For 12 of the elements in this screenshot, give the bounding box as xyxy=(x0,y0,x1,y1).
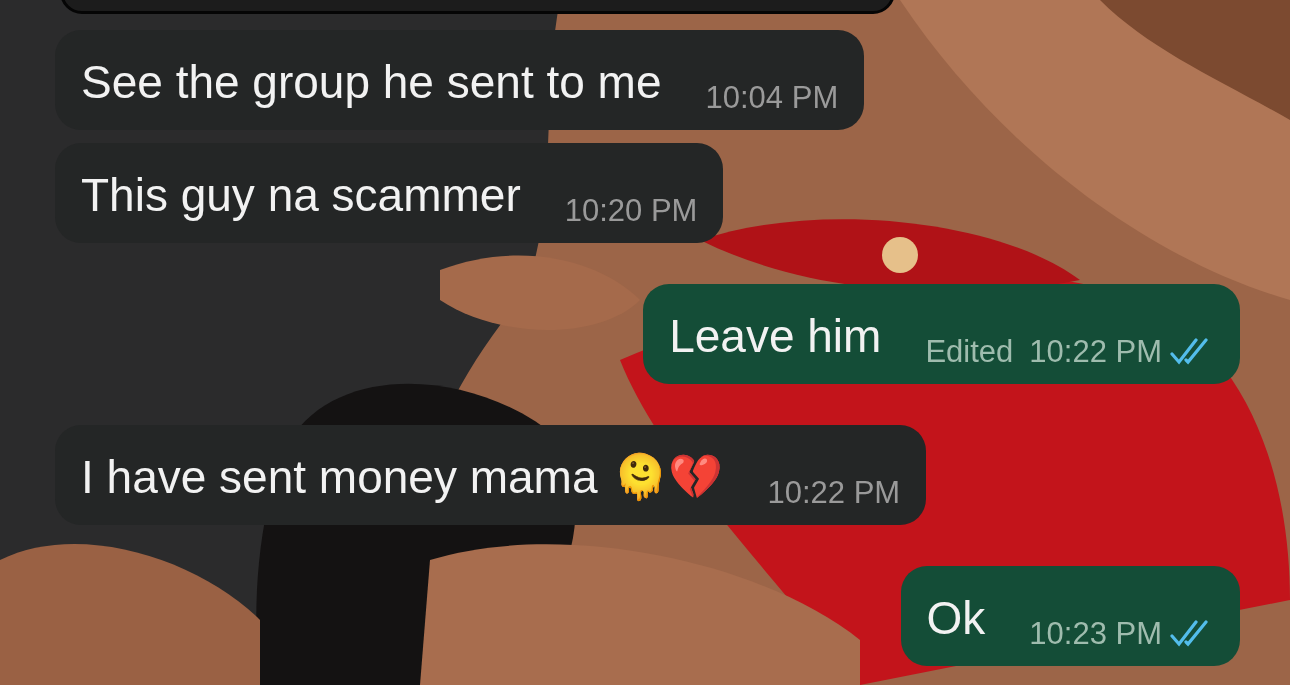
message-time: 10:20 PM xyxy=(564,193,698,229)
message-text: I have sent money mama xyxy=(81,450,598,505)
message-text: See the group he sent to me xyxy=(81,55,662,110)
message-time: 10:04 PM xyxy=(705,80,839,116)
emoji-text: 🫠💔 xyxy=(613,451,724,503)
message-time: 10:22 PM xyxy=(1029,334,1162,370)
message-text: This guy na scammer xyxy=(81,168,521,223)
message-time: 10:23 PM xyxy=(1029,616,1162,652)
message-text: Ok xyxy=(926,591,986,646)
message-time: 10:22 PM xyxy=(767,475,901,511)
message-text: Leave him xyxy=(669,309,882,364)
edited-label: Edited xyxy=(925,334,1014,370)
